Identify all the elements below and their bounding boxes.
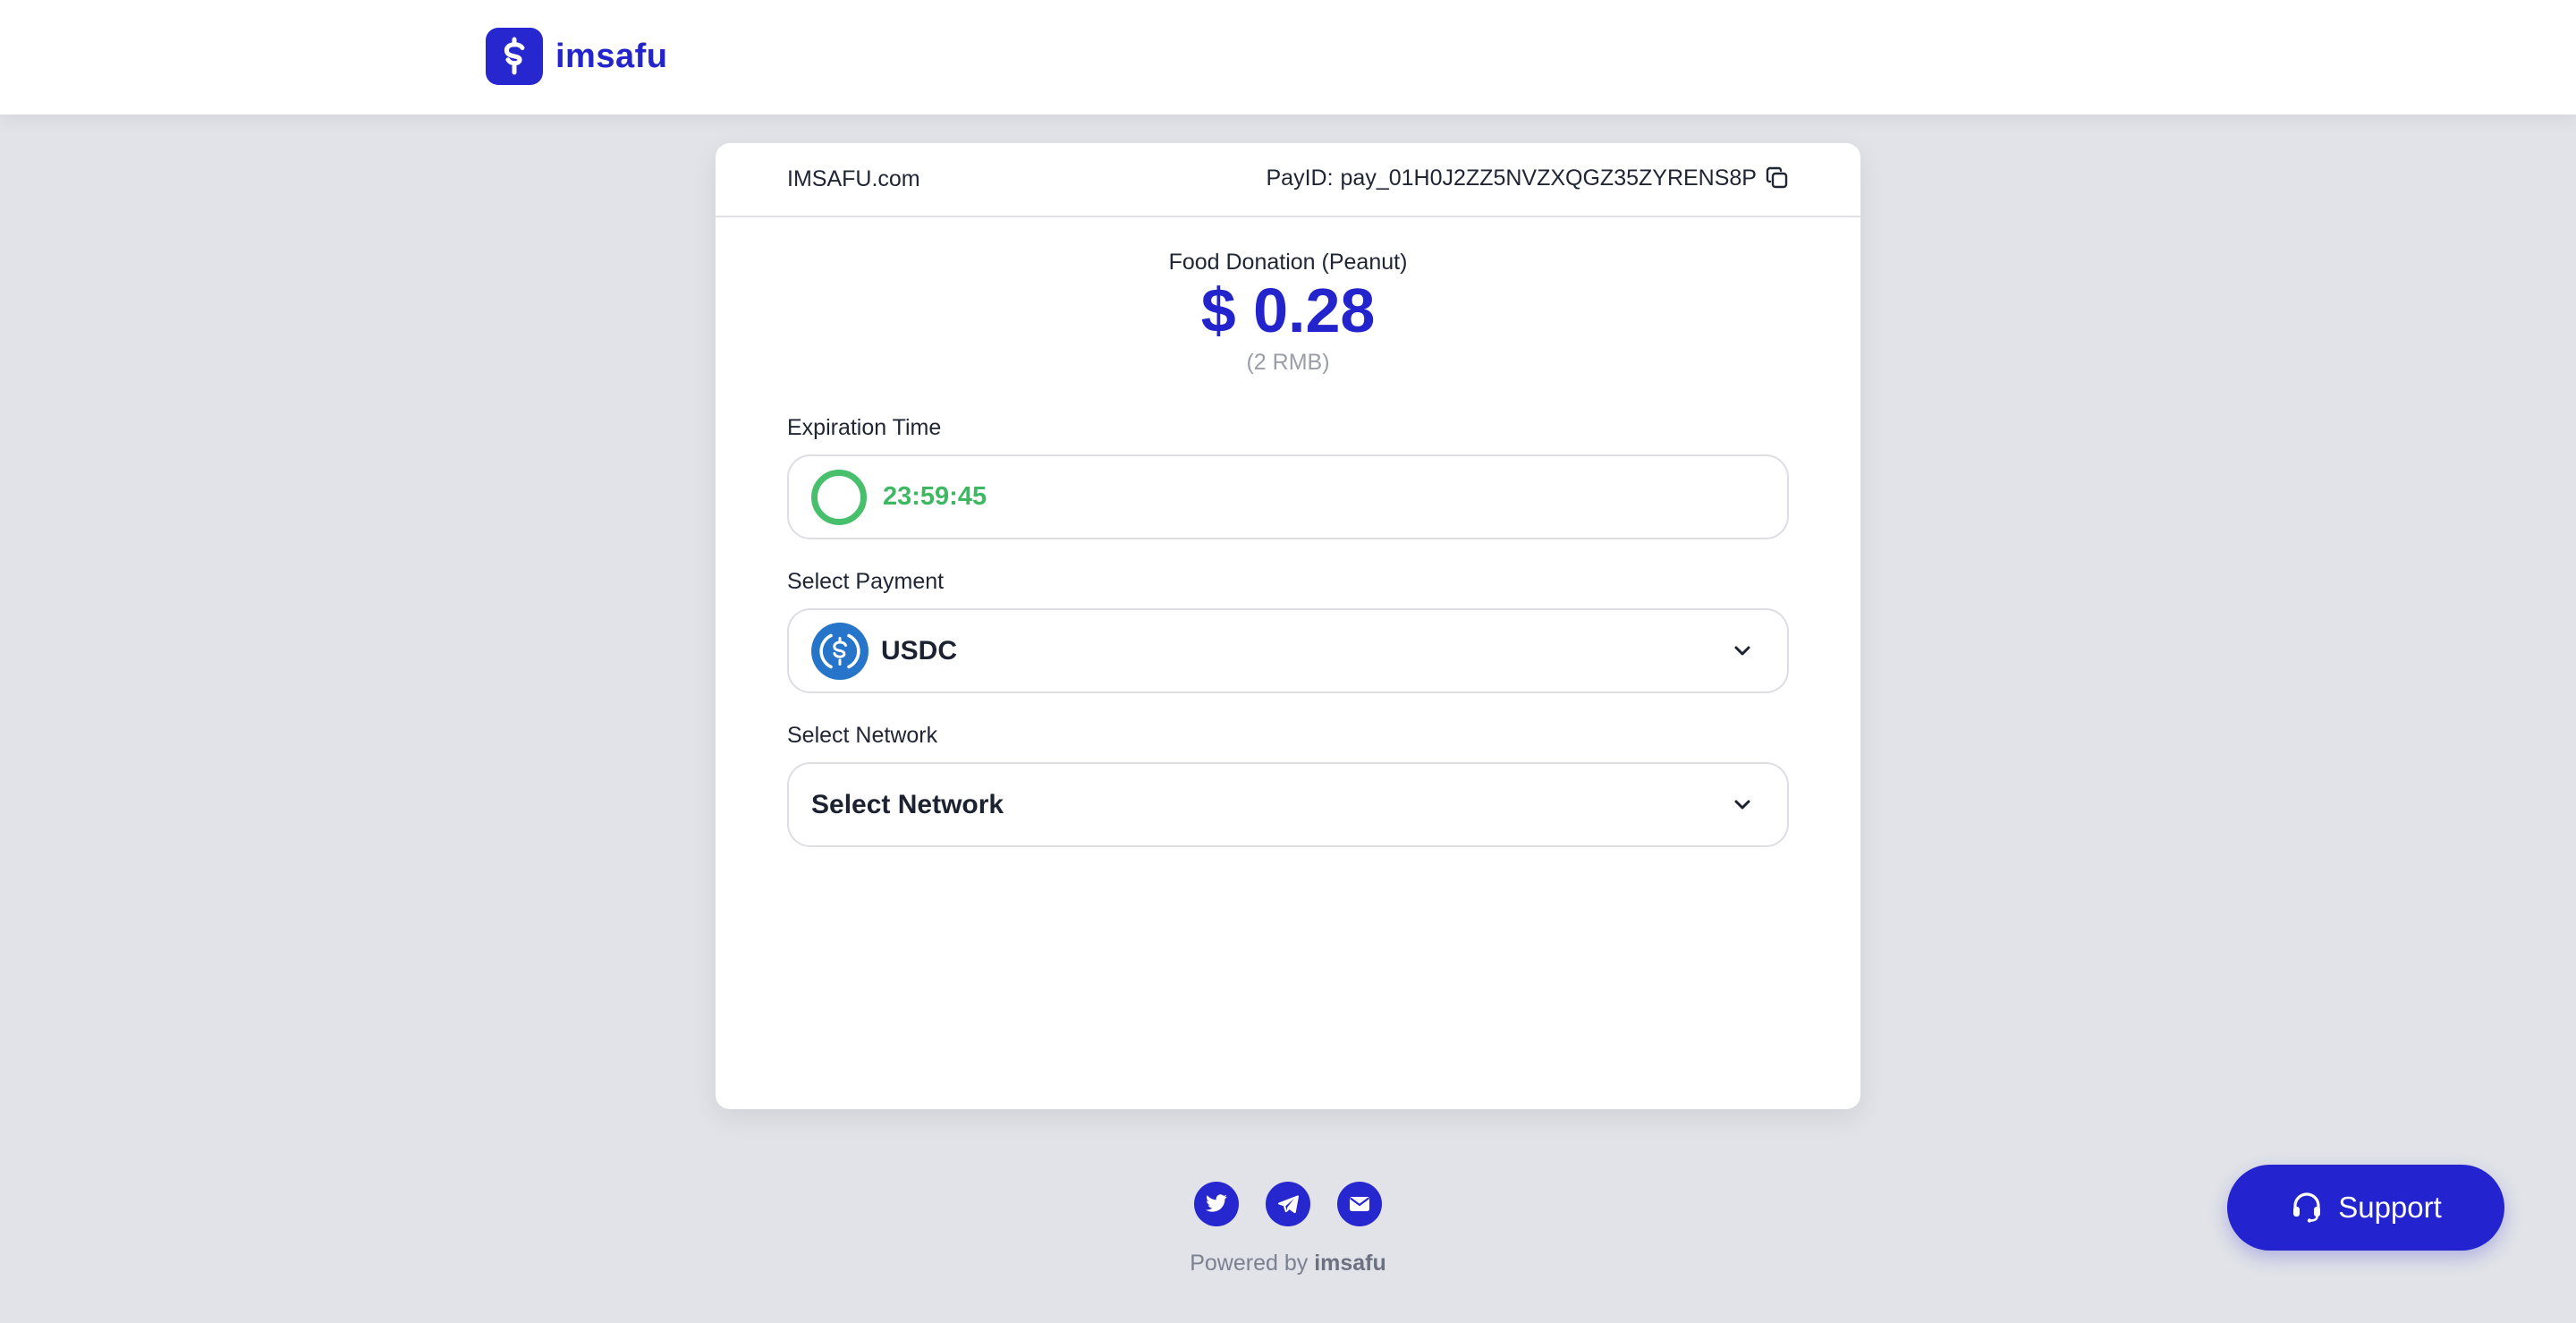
usdc-coin-icon — [811, 622, 869, 680]
timer-ring-icon — [811, 469, 867, 525]
powered-brand[interactable]: imsafu — [1314, 1251, 1386, 1276]
headset-icon — [2290, 1189, 2324, 1227]
countdown-time: 23:59:45 — [883, 482, 987, 511]
product-name: Food Donation (Peanut) — [1168, 250, 1408, 275]
email-icon[interactable] — [1337, 1182, 1382, 1226]
payment-label: Select Payment — [787, 569, 945, 594]
support-label: Support — [2338, 1191, 2442, 1224]
payid: PayID: pay_01H0J2ZZ5NVZXQGZ35ZYRENS8P — [1267, 165, 1792, 191]
twitter-icon[interactable] — [1194, 1182, 1239, 1226]
expiration-label: Expiration Time — [787, 415, 942, 440]
brand-logo[interactable]: imsafu — [486, 28, 667, 85]
payment-card: IMSAFU.com PayID: pay_01H0J2ZZ5NVZXQGZ35… — [716, 143, 1860, 1109]
expiration-timer: 23:59:45 — [787, 454, 1789, 539]
telegram-icon[interactable] — [1266, 1182, 1310, 1226]
payment-select[interactable]: USDC — [787, 608, 1789, 693]
brand-name: imsafu — [555, 37, 668, 75]
social-links — [1194, 1182, 1382, 1226]
local-currency-amount: (2 RMB) — [1246, 350, 1330, 375]
card-header: IMSAFU.com PayID: pay_01H0J2ZZ5NVZXQGZ35… — [716, 143, 1860, 217]
dollar-logo-icon — [486, 28, 543, 85]
network-selected-value: Select Network — [811, 789, 1004, 819]
chevron-down-icon — [1730, 793, 1755, 818]
powered-by: Powered by imsafu — [0, 1251, 2576, 1276]
network-label: Select Network — [787, 723, 938, 748]
copy-icon[interactable] — [1764, 165, 1791, 191]
payid-value: pay_01H0J2ZZ5NVZXQGZ35ZYRENS8P — [1340, 165, 1757, 191]
support-button[interactable]: Support — [2227, 1165, 2504, 1251]
network-select[interactable]: Select Network — [787, 762, 1789, 847]
merchant-name: IMSAFU.com — [787, 166, 920, 191]
powered-prefix: Powered by — [1190, 1251, 1309, 1276]
top-bar: imsafu — [0, 0, 2576, 114]
payid-label: PayID: — [1266, 165, 1334, 191]
payment-selected-value: USDC — [881, 635, 958, 666]
chevron-down-icon — [1730, 639, 1755, 664]
payment-amount: $ 0.28 — [1200, 276, 1376, 345]
